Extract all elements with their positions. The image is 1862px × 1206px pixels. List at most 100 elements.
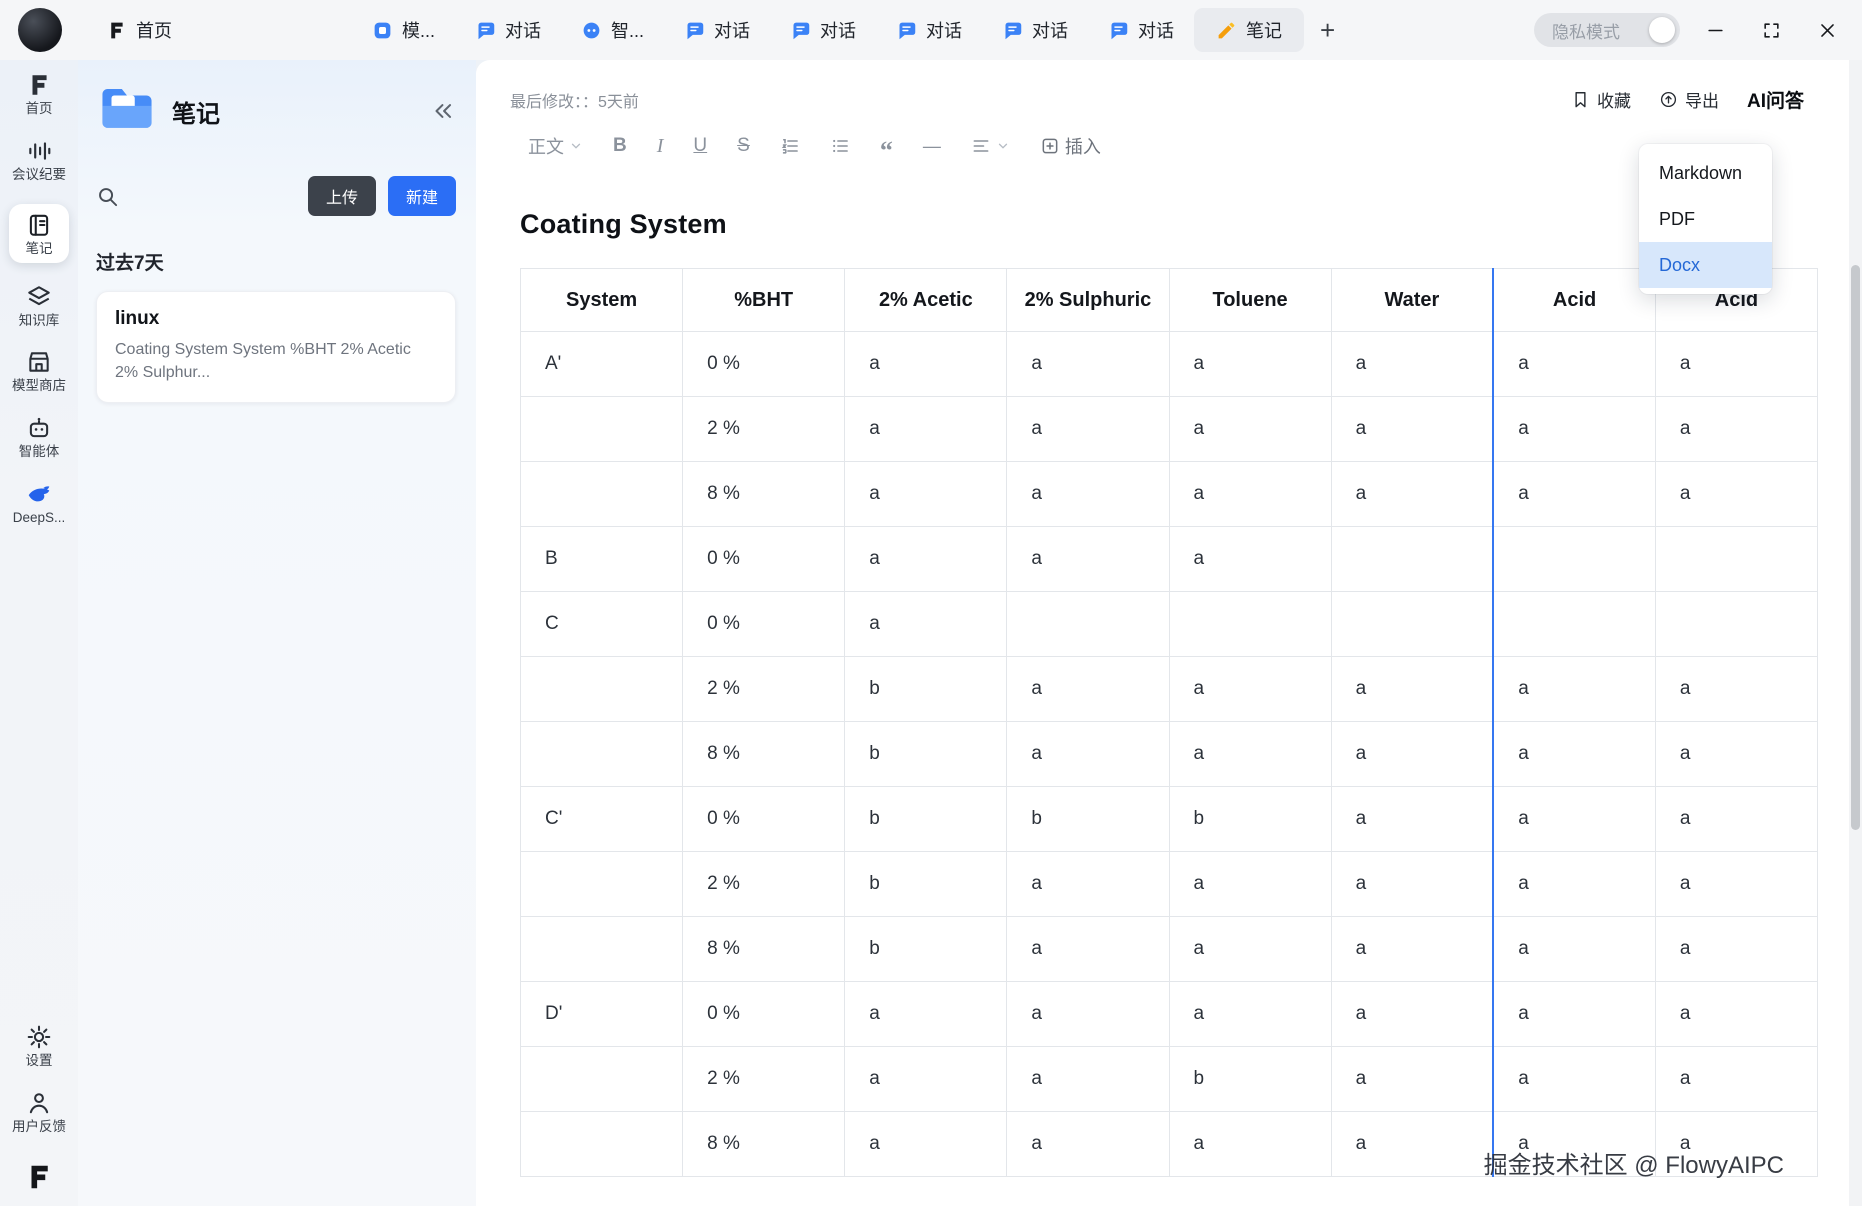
tab-chat-6[interactable]: 对话 <box>1088 9 1194 51</box>
table-cell[interactable]: a <box>1168 851 1332 917</box>
table-cell[interactable]: a <box>1330 331 1494 397</box>
tab-chat-2[interactable]: 对话 <box>664 9 770 51</box>
table-cell[interactable]: C' <box>519 786 684 852</box>
table-cell[interactable]: a <box>1330 981 1494 1047</box>
table-cell[interactable]: a <box>1492 656 1656 722</box>
table-cell[interactable]: a <box>1654 786 1819 852</box>
table-cell[interactable] <box>519 461 684 527</box>
table-header[interactable]: 2% Acetic <box>844 268 1008 332</box>
italic-button[interactable]: I <box>657 135 664 158</box>
table-cell[interactable]: a <box>1168 916 1332 982</box>
table-cell[interactable]: b <box>1168 1046 1332 1112</box>
table-cell[interactable]: a <box>1168 461 1332 527</box>
favorite-button[interactable]: 收藏 <box>1571 87 1631 112</box>
table-cell[interactable]: a <box>844 1046 1008 1112</box>
table-cell[interactable]: a <box>1006 916 1170 982</box>
table-cell[interactable] <box>1654 526 1819 592</box>
table-cell[interactable]: b <box>844 851 1008 917</box>
table-cell[interactable]: 0 % <box>682 331 846 397</box>
maximize-button[interactable] <box>1750 9 1792 51</box>
table-cell[interactable] <box>1492 526 1656 592</box>
rail-item-settings[interactable]: 设置 <box>8 1024 70 1069</box>
rail-item-feedback[interactable]: 用户反馈 <box>8 1090 70 1135</box>
rail-item-knowledge[interactable]: 知识库 <box>8 284 70 329</box>
table-cell[interactable]: a <box>1654 461 1819 527</box>
table-cell[interactable]: a <box>1492 916 1656 982</box>
table-cell[interactable] <box>1168 591 1332 657</box>
table-header[interactable]: Water <box>1330 268 1494 332</box>
table-cell[interactable]: a <box>1330 1111 1494 1177</box>
table-cell[interactable]: A' <box>519 331 684 397</box>
bold-button[interactable]: B <box>613 135 627 157</box>
table-cell[interactable] <box>1654 591 1819 657</box>
table-cell[interactable]: 0 % <box>682 526 846 592</box>
table-cell[interactable]: a <box>1168 721 1332 787</box>
table-cell[interactable]: a <box>1492 851 1656 917</box>
strikethrough-button[interactable]: S <box>737 135 750 157</box>
table-cell[interactable]: 8 % <box>682 461 846 527</box>
table-cell[interactable] <box>519 1111 684 1177</box>
table-cell[interactable]: a <box>1168 526 1332 592</box>
blockquote-button[interactable]: “ <box>880 136 893 164</box>
table-cell[interactable] <box>519 851 684 917</box>
tab-chat-1[interactable]: 对话 <box>455 9 561 51</box>
document-title[interactable]: Coating System <box>520 209 1818 240</box>
table-cell[interactable]: 2 % <box>682 1046 846 1112</box>
table-cell[interactable]: a <box>844 331 1008 397</box>
table-cell[interactable]: 8 % <box>682 916 846 982</box>
ai-qa-button[interactable]: AI问答 <box>1747 86 1804 113</box>
table-cell[interactable]: b <box>844 786 1008 852</box>
ordered-list-button[interactable] <box>780 136 800 156</box>
table-cell[interactable]: a <box>1492 396 1656 462</box>
table-cell[interactable]: a <box>844 1111 1008 1177</box>
table-cell[interactable]: a <box>1330 786 1494 852</box>
table-cell[interactable]: a <box>1654 656 1819 722</box>
table-cell[interactable]: a <box>1654 981 1819 1047</box>
user-avatar[interactable] <box>18 8 62 52</box>
close-button[interactable] <box>1806 9 1848 51</box>
table-cell[interactable]: a <box>844 396 1008 462</box>
menu-item-markdown[interactable]: Markdown <box>1639 150 1772 196</box>
table-cell[interactable]: a <box>1006 851 1170 917</box>
table-cell[interactable]: 0 % <box>682 981 846 1047</box>
scrollbar-thumb[interactable] <box>1851 265 1860 830</box>
collapse-panel-icon[interactable] <box>430 98 456 124</box>
table-cell[interactable]: a <box>1006 721 1170 787</box>
table-cell[interactable]: a <box>1330 461 1494 527</box>
table-cell[interactable] <box>1492 591 1656 657</box>
table-cell[interactable]: a <box>1492 721 1656 787</box>
table-cell[interactable]: 8 % <box>682 1111 846 1177</box>
underline-button[interactable]: U <box>693 135 707 157</box>
tab-chat-5[interactable]: 对话 <box>982 9 1088 51</box>
table-header[interactable]: Acid <box>1492 268 1656 332</box>
tab-home[interactable]: 首页 <box>86 9 192 51</box>
table-cell[interactable]: 2 % <box>682 851 846 917</box>
table-cell[interactable]: a <box>1654 721 1819 787</box>
table-cell[interactable]: a <box>844 526 1008 592</box>
rail-item-meetings[interactable]: 会议纪要 <box>8 138 70 183</box>
table-cell[interactable]: b <box>844 721 1008 787</box>
table-cell[interactable]: a <box>1006 981 1170 1047</box>
tab-model[interactable]: 模... <box>352 9 455 51</box>
table-cell[interactable]: a <box>1006 1111 1170 1177</box>
table-cell[interactable]: a <box>1492 331 1656 397</box>
table-header[interactable]: Toluene <box>1168 268 1332 332</box>
table-cell[interactable] <box>1330 526 1494 592</box>
table-cell[interactable]: a <box>1330 721 1494 787</box>
table-cell[interactable]: a <box>1168 656 1332 722</box>
table-cell[interactable]: C <box>519 591 684 657</box>
table-cell[interactable]: a <box>1654 916 1819 982</box>
paragraph-style-dropdown[interactable]: 正文 <box>528 133 583 159</box>
table-cell[interactable]: a <box>1330 396 1494 462</box>
table-header[interactable]: System <box>519 268 684 332</box>
new-note-button[interactable]: 新建 <box>387 176 456 216</box>
table-cell[interactable]: a <box>1330 851 1494 917</box>
table-cell[interactable]: a <box>1006 396 1170 462</box>
table-cell[interactable]: b <box>844 916 1008 982</box>
table-cell[interactable]: B <box>519 526 684 592</box>
table-cell[interactable]: a <box>1168 1111 1332 1177</box>
table-cell[interactable]: b <box>1168 786 1332 852</box>
table-cell[interactable]: a <box>1006 461 1170 527</box>
tab-notes-active[interactable]: 笔记 <box>1194 8 1305 52</box>
table-cell[interactable]: a <box>1006 1046 1170 1112</box>
